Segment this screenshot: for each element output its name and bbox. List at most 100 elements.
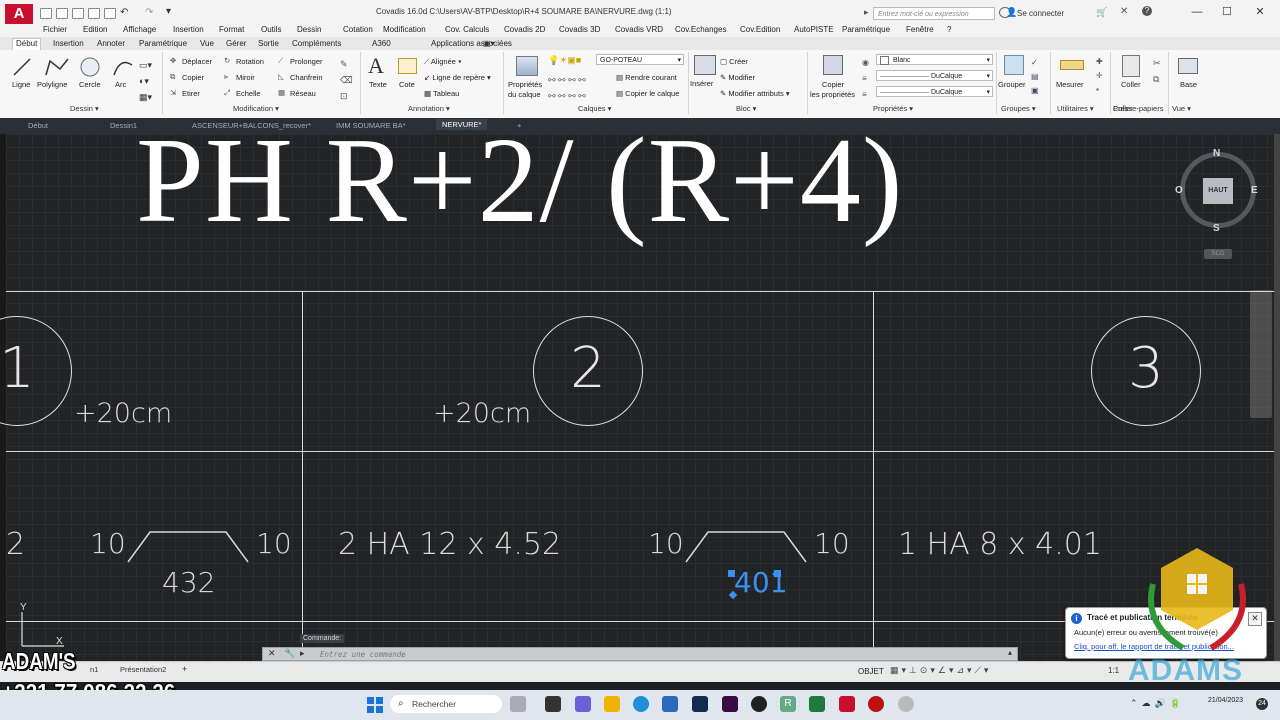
viewcube-north[interactable]: N	[1213, 148, 1220, 159]
layer-properties-button[interactable]: Propriétés	[508, 80, 542, 89]
system-tray-icons[interactable]: ⌃☁🔊🔋	[1130, 698, 1185, 709]
search-expand-icon[interactable]: ▸	[864, 7, 869, 18]
aligned-dim-button[interactable]: ⟋ Alignée ▾	[424, 57, 462, 67]
insert-block-button[interactable]: Insérer	[690, 79, 713, 88]
groupes-panel-footer[interactable]: Groupes ▾	[1001, 104, 1036, 113]
dimension-button[interactable]: Cote	[399, 80, 415, 89]
menu-item-15[interactable]: AutoPISTE	[794, 25, 834, 34]
close-button[interactable]: ✕	[1245, 3, 1275, 21]
ribbon-tab-6[interactable]: Sortie	[255, 39, 282, 48]
edit-block-button[interactable]: ✎ Modifier	[720, 73, 755, 82]
utilitaires-panel-footer[interactable]: Utilitaires ▾	[1057, 104, 1094, 113]
grip-handle-right[interactable]	[774, 570, 781, 577]
menu-item-17[interactable]: Fenêtre	[906, 25, 934, 34]
menu-item-7[interactable]: Cotation	[343, 25, 373, 34]
ribbon-tab-3[interactable]: Paramétrique	[136, 39, 190, 48]
photoshop-icon[interactable]	[692, 696, 708, 712]
clipboard-small-icons[interactable]: ✂ ⧉	[1153, 55, 1161, 87]
menu-item-1[interactable]: Edition	[83, 25, 107, 34]
ribbon-tab-5[interactable]: Gérer	[223, 39, 249, 48]
ribbon-tab-8[interactable]: A360	[369, 39, 394, 48]
ribbon-tab-7[interactable]: Compléments	[289, 39, 344, 48]
linetype-dropdown[interactable]: ——————— DuCalque ▾	[876, 70, 993, 81]
start-icon[interactable]	[367, 697, 383, 713]
layer-tool-icons[interactable]: ⚯ ⚯ ⚯ ⚯ ⚯ ⚯ ⚯ ⚯	[548, 72, 586, 104]
mirror-button[interactable]: Miroir	[236, 73, 255, 82]
app-menu-button[interactable]: A	[5, 4, 33, 26]
undo-icon[interactable]: ↶	[120, 7, 128, 18]
viewcube-east[interactable]: E	[1251, 185, 1258, 196]
taskbar-search[interactable]: Rechercher	[390, 695, 502, 713]
copy-layer-button[interactable]: ▤ Copier le calque	[616, 89, 679, 98]
autocad-icon[interactable]	[839, 696, 855, 712]
ribbon-toggle-icon[interactable]: ▣▾	[483, 39, 495, 48]
menu-item-13[interactable]: Cov.Echanges	[675, 25, 726, 34]
bloc-panel-footer[interactable]: Bloc ▾	[736, 104, 756, 113]
vue-panel-footer[interactable]: Vue ▾	[1172, 104, 1191, 113]
viewcube-south[interactable]: S	[1213, 223, 1220, 234]
line-button[interactable]: Ligne	[12, 80, 30, 89]
ribbon-tab-9[interactable]: Applications associées	[428, 39, 515, 48]
maximize-button[interactable]: ☐	[1212, 3, 1242, 21]
command-input[interactable]: Entrez une commande	[320, 650, 406, 659]
layout-tab-2[interactable]: Présentation2	[120, 665, 166, 674]
array-button[interactable]: Réseau	[290, 89, 316, 98]
save-as-icon[interactable]	[88, 8, 100, 19]
leader-button[interactable]: ↙ Ligne de repère ▾	[424, 73, 491, 82]
menu-item-9[interactable]: Cov. Calculs	[445, 25, 489, 34]
chrome-icon[interactable]	[633, 696, 649, 712]
menu-item-4[interactable]: Format	[219, 25, 244, 34]
revit-icon[interactable]: R	[780, 696, 796, 712]
menu-item-6[interactable]: Dessin	[297, 25, 321, 34]
extend-button[interactable]: Prolonger	[290, 57, 323, 66]
teams-icon[interactable]	[575, 696, 591, 712]
app-icon[interactable]	[898, 696, 914, 712]
notification-count-badge[interactable]: 24	[1256, 698, 1268, 710]
group-button[interactable]: Grouper	[998, 80, 1026, 89]
open-file-icon[interactable]	[56, 8, 68, 19]
arc-button[interactable]: Arc	[115, 80, 126, 89]
recorder-icon[interactable]	[868, 696, 884, 712]
scale-button[interactable]: Echelle	[236, 89, 261, 98]
menu-item-16[interactable]: Paramétrique	[842, 25, 890, 34]
menu-item-3[interactable]: Insertion	[173, 25, 204, 34]
create-block-button[interactable]: ▢ Créer	[720, 57, 748, 66]
rotate-button[interactable]: Rotation	[236, 57, 264, 66]
taskbar-clock[interactable]: 21/04/2023	[1208, 697, 1243, 704]
measure-button[interactable]: Mesurer	[1056, 80, 1084, 89]
save-icon[interactable]	[72, 8, 84, 19]
command-customize-icon[interactable]: 🔧	[284, 648, 295, 659]
menu-item-11[interactable]: Covadis 3D	[559, 25, 600, 34]
utility-small-icons[interactable]: ✚ ✛ ▪	[1096, 55, 1103, 97]
table-button[interactable]: ▦ Tableau	[424, 89, 459, 98]
sign-in-button[interactable]: Se connecter	[1017, 9, 1064, 18]
document-tab-1[interactable]: Dessin1	[110, 121, 137, 130]
redo-icon[interactable]: ↷	[145, 7, 153, 18]
menu-item-18[interactable]: ?	[947, 25, 951, 34]
menu-item-5[interactable]: Outils	[261, 25, 281, 34]
ribbon-tab-2[interactable]: Annoter	[94, 39, 128, 48]
document-tab-0[interactable]: Début	[28, 121, 48, 130]
menu-item-0[interactable]: Fichier	[43, 25, 67, 34]
stretch-button[interactable]: Etirer	[182, 89, 200, 98]
command-close-icon[interactable]: ✕	[268, 648, 276, 659]
polyline-button[interactable]: Polyligne	[37, 80, 67, 89]
excel-icon[interactable]	[809, 696, 825, 712]
modification-panel-footer[interactable]: Modification ▾	[233, 104, 279, 113]
file-explorer-icon[interactable]	[604, 696, 620, 712]
menu-item-2[interactable]: Affichage	[123, 25, 156, 34]
match-properties-button[interactable]: Copier	[822, 80, 844, 89]
calques-panel-footer[interactable]: Calques ▾	[578, 104, 611, 113]
record-icon[interactable]	[751, 696, 767, 712]
help-icon[interactable]: ?	[1142, 6, 1152, 16]
new-file-icon[interactable]	[40, 8, 52, 19]
store-icon[interactable]	[662, 696, 678, 712]
menu-item-8[interactable]: Modification	[383, 25, 426, 34]
presse-papiers-footer[interactable]: Presse-papiers	[1113, 104, 1163, 113]
annotation-panel-footer[interactable]: Annotation ▾	[408, 104, 450, 113]
menu-item-10[interactable]: Covadis 2D	[504, 25, 545, 34]
proprietes-panel-footer[interactable]: Propriétés ▾	[873, 104, 913, 113]
edit-attributes-button[interactable]: ✎ Modifier attributs ▾	[720, 89, 790, 98]
command-recent-icon[interactable]: ▴	[1008, 648, 1012, 657]
color-dropdown[interactable]: Blanc ▾	[876, 54, 993, 65]
